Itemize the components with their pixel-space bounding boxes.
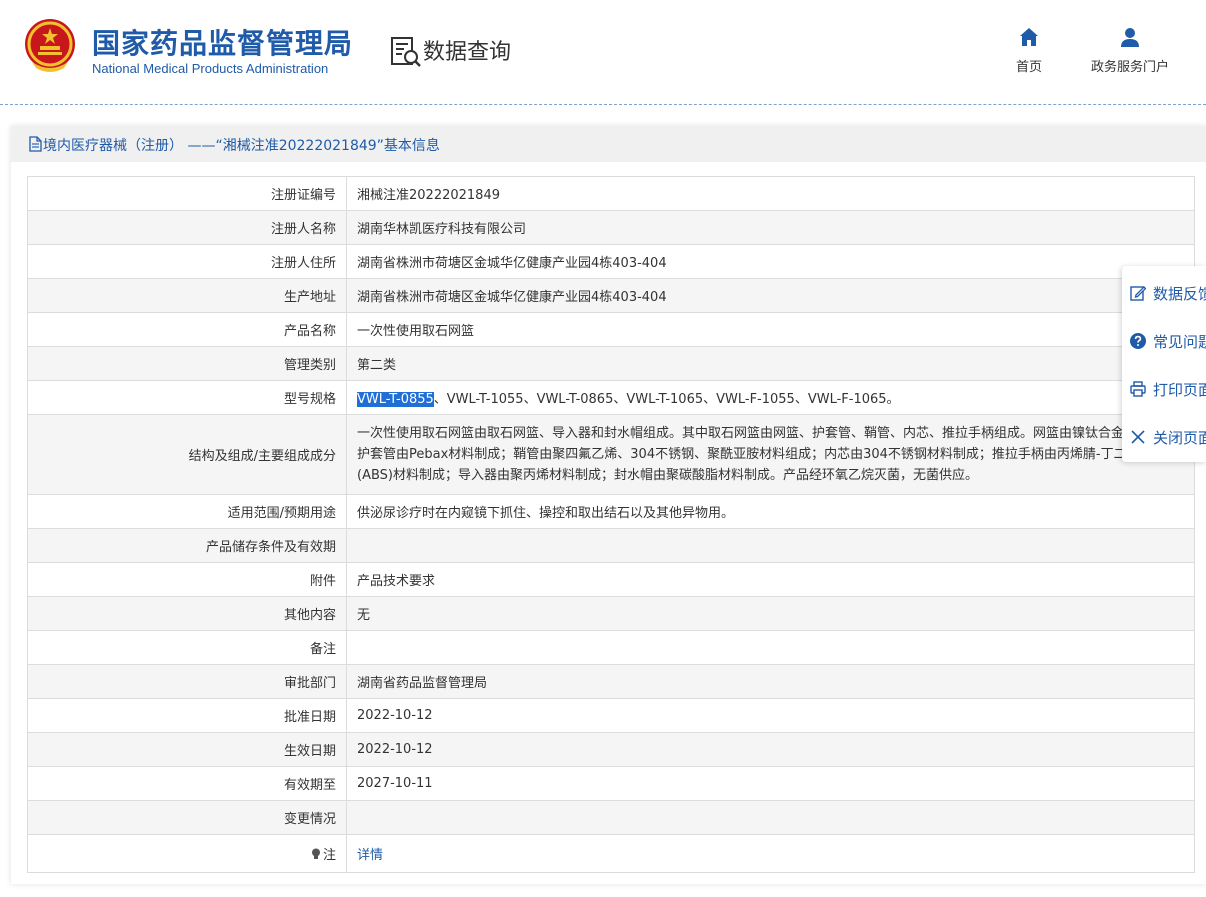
document-icon bbox=[29, 136, 42, 152]
lightbulb-icon bbox=[311, 848, 320, 859]
row-label: 附件 bbox=[27, 562, 347, 597]
nav-portal-link[interactable]: 政务服务门户 bbox=[1082, 26, 1178, 76]
table-row: 注册人住所 湖南省株洲市荷塘区金城华亿健康产业园4栋403-404 bbox=[27, 244, 1195, 279]
user-icon bbox=[1121, 28, 1139, 47]
home-icon bbox=[1020, 28, 1038, 46]
row-value: 供泌尿诊疗时在内窥镜下抓住、操控和取出结石以及其他异物用。 bbox=[346, 494, 1195, 529]
table-row: 注 详情 bbox=[27, 834, 1195, 873]
row-value: 2022-10-12 bbox=[346, 732, 1195, 767]
row-label: 批准日期 bbox=[27, 698, 347, 733]
table-row: 其他内容 无 bbox=[27, 596, 1195, 631]
row-value: 一次性使用取石网篮由取石网篮、导入器和封水帽组成。其中取石网篮由网篮、护套管、鞘… bbox=[346, 414, 1195, 495]
edit-icon bbox=[1130, 286, 1146, 301]
row-value: 湖南省株洲市荷塘区金城华亿健康产业园4栋403-404 bbox=[346, 244, 1195, 279]
floating-toolbar: 数据反馈 常见问题 打印页面 关闭页面 bbox=[1122, 266, 1206, 462]
row-value bbox=[346, 800, 1195, 835]
table-row: 注册人名称 湖南华林凯医疗科技有限公司 bbox=[27, 210, 1195, 245]
row-label: 注 bbox=[322, 848, 336, 863]
faq-label: 常见问题 bbox=[1153, 333, 1206, 351]
table-row: 产品名称 一次性使用取石网篮 bbox=[27, 312, 1195, 347]
site-header: 国家药品监督管理局 National Medical Products Admi… bbox=[0, 0, 1206, 104]
row-label: 管理类别 bbox=[27, 346, 347, 381]
row-value[interactable]: VWL-T-0855、VWL-T-1055、VWL-T-0865、VWL-T-1… bbox=[346, 380, 1195, 415]
note-label-cell: 注 bbox=[27, 834, 347, 873]
header-divider bbox=[0, 104, 1206, 105]
registration-info-table: 注册证编号 湘械注准20222021849 注册人名称 湖南华林凯医疗科技有限公… bbox=[27, 176, 1195, 873]
table-row: 注册证编号 湘械注准20222021849 bbox=[27, 176, 1195, 211]
row-value bbox=[346, 528, 1195, 563]
row-label: 适用范围/预期用途 bbox=[27, 494, 347, 529]
table-row: 型号规格 VWL-T-0855、VWL-T-1055、VWL-T-0865、VW… bbox=[27, 380, 1195, 415]
model-spec-rest: 、VWL-T-1055、VWL-T-0865、VWL-T-1065、VWL-F-… bbox=[433, 392, 900, 407]
section-title: 数据查询 bbox=[423, 40, 512, 65]
nav-home-label: 首页 bbox=[1015, 60, 1042, 75]
row-value: 湖南省药品监督管理局 bbox=[346, 664, 1195, 699]
table-row: 生产地址 湖南省株洲市荷塘区金城华亿健康产业园4栋403-404 bbox=[27, 278, 1195, 313]
print-button[interactable]: 打印页面 bbox=[1122, 368, 1206, 408]
close-page-button[interactable]: 关闭页面 bbox=[1122, 416, 1206, 456]
row-label: 注册人住所 bbox=[27, 244, 347, 279]
table-row: 结构及组成/主要组成成分 一次性使用取石网篮由取石网篮、导入器和封水帽组成。其中… bbox=[27, 414, 1195, 495]
row-value: 2027-10-11 bbox=[346, 766, 1195, 801]
site-title-cn: 国家药品监督管理局 bbox=[92, 27, 354, 60]
row-label: 有效期至 bbox=[27, 766, 347, 801]
table-row: 生效日期 2022-10-12 bbox=[27, 732, 1195, 767]
nav-portal-label: 政务服务门户 bbox=[1090, 60, 1169, 75]
table-row: 审批部门 湖南省药品监督管理局 bbox=[27, 664, 1195, 699]
question-icon bbox=[1130, 333, 1146, 349]
print-label: 打印页面 bbox=[1153, 381, 1206, 399]
close-icon bbox=[1131, 430, 1145, 444]
table-row: 批准日期 2022-10-12 bbox=[27, 698, 1195, 733]
table-row: 备注 bbox=[27, 630, 1195, 665]
table-row: 变更情况 bbox=[27, 800, 1195, 835]
panel-header: 境内医疗器械（注册） ——“湘械注准20222021849”基本信息 bbox=[11, 126, 1206, 162]
row-label: 产品名称 bbox=[27, 312, 347, 347]
row-value: 湘械注准20222021849 bbox=[346, 176, 1195, 211]
feedback-label: 数据反馈 bbox=[1153, 285, 1206, 303]
detail-panel: 境内医疗器械（注册） ——“湘械注准20222021849”基本信息 注册证编号… bbox=[11, 126, 1206, 884]
row-label: 型号规格 bbox=[27, 380, 347, 415]
row-value: 2022-10-12 bbox=[346, 698, 1195, 733]
row-value bbox=[346, 630, 1195, 665]
panel-title: 境内医疗器械（注册） ——“湘械注准20222021849”基本信息 bbox=[43, 138, 440, 154]
row-value: 湖南华林凯医疗科技有限公司 bbox=[346, 210, 1195, 245]
row-value: 产品技术要求 bbox=[346, 562, 1195, 597]
close-page-label: 关闭页面 bbox=[1153, 429, 1206, 447]
row-label: 生效日期 bbox=[27, 732, 347, 767]
row-value: 详情 bbox=[346, 834, 1195, 873]
row-label: 生产地址 bbox=[27, 278, 347, 313]
selected-model-text[interactable]: VWL-T-0855 bbox=[357, 392, 434, 407]
feedback-button[interactable]: 数据反馈 bbox=[1122, 272, 1206, 312]
details-link[interactable]: 详情 bbox=[357, 848, 383, 863]
table-row: 管理类别 第二类 bbox=[27, 346, 1195, 381]
data-query-icon bbox=[391, 37, 421, 67]
row-label: 其他内容 bbox=[27, 596, 347, 631]
row-value: 一次性使用取石网篮 bbox=[346, 312, 1195, 347]
row-label: 注册证编号 bbox=[27, 176, 347, 211]
row-label: 审批部门 bbox=[27, 664, 347, 699]
row-label: 变更情况 bbox=[27, 800, 347, 835]
national-emblem-icon bbox=[25, 19, 75, 72]
table-row: 适用范围/预期用途 供泌尿诊疗时在内窥镜下抓住、操控和取出结石以及其他异物用。 bbox=[27, 494, 1195, 529]
row-value: 第二类 bbox=[346, 346, 1195, 381]
print-icon bbox=[1130, 381, 1146, 397]
row-label: 备注 bbox=[27, 630, 347, 665]
table-row: 附件 产品技术要求 bbox=[27, 562, 1195, 597]
row-label: 注册人名称 bbox=[27, 210, 347, 245]
nav-home-link[interactable]: 首页 bbox=[1004, 26, 1054, 76]
row-label: 结构及组成/主要组成成分 bbox=[27, 414, 347, 495]
faq-button[interactable]: 常见问题 bbox=[1122, 320, 1206, 360]
table-row: 有效期至 2027-10-11 bbox=[27, 766, 1195, 801]
site-title-en: National Medical Products Administration bbox=[92, 61, 329, 76]
row-value: 无 bbox=[346, 596, 1195, 631]
row-value: 湖南省株洲市荷塘区金城华亿健康产业园4栋403-404 bbox=[346, 278, 1195, 313]
row-label: 产品储存条件及有效期 bbox=[27, 528, 347, 563]
table-row: 产品储存条件及有效期 bbox=[27, 528, 1195, 563]
